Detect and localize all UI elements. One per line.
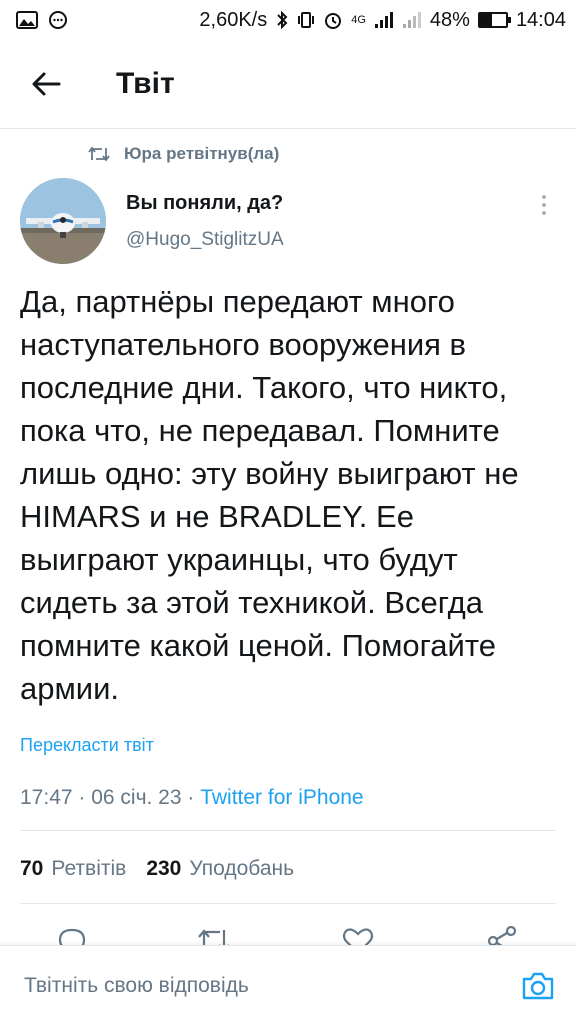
retweets-stat[interactable]: 70 Ретвітів <box>20 857 126 881</box>
battery-percent: 48% <box>429 8 470 31</box>
network-speed: 2,60K/s <box>199 8 268 31</box>
tweet-timestamp: 17:47 · 06 січ. 23 · <box>20 786 201 809</box>
display-name[interactable]: Вы поняли, да? <box>126 192 283 215</box>
retweeted-by-label: Юра ретвітнув(ла) <box>124 144 280 163</box>
likes-label: Уподобань <box>189 857 295 880</box>
retweets-count: 70 <box>20 857 44 880</box>
status-bar: 2,60K/s 4G 48% 14:04 <box>0 0 576 40</box>
vertical-dots-icon <box>542 195 546 215</box>
gallery-icon <box>16 11 38 29</box>
camera-button[interactable] <box>518 968 558 1004</box>
alarm-icon <box>323 10 343 30</box>
network-type: 4G <box>351 14 366 26</box>
battery-icon <box>477 12 511 28</box>
tweet-meta: 17:47 · 06 січ. 23 · Twitter for iPhone <box>20 786 364 810</box>
retweet-icon <box>88 146 110 162</box>
likes-stat[interactable]: 230 Уподобань <box>146 857 294 881</box>
divider <box>20 830 556 831</box>
more-options-button[interactable] <box>530 190 558 220</box>
avatar[interactable] <box>20 178 106 264</box>
tweet-source[interactable]: Twitter for iPhone <box>200 786 363 809</box>
back-button[interactable] <box>16 54 76 114</box>
clock: 14:04 <box>515 8 566 31</box>
page-title: Твіт <box>116 67 175 100</box>
camera-icon <box>522 972 554 1000</box>
likes-count: 230 <box>146 857 182 880</box>
chat-bubble-icon <box>48 10 68 30</box>
signal-weak-icon <box>402 11 422 29</box>
reply-composer: Твітніть свою відповідь <box>0 945 576 1025</box>
tweet-text: Да, партнёры передают много наступательн… <box>20 284 519 706</box>
tweet-stats: 70 Ретвітів 230 Уподобань <box>20 857 294 881</box>
vibrate-icon <box>297 10 315 30</box>
divider <box>20 903 556 904</box>
translate-tweet-link[interactable]: Перекласти твіт <box>20 735 154 756</box>
app-header: Твіт <box>0 40 576 129</box>
retweet-context: Юра ретвітнув(ла) <box>88 144 279 164</box>
arrow-left-icon <box>32 72 61 96</box>
tweet-actions <box>0 918 576 948</box>
signal-icon <box>374 11 394 29</box>
reply-input[interactable]: Твітніть свою відповідь <box>24 974 249 998</box>
bluetooth-icon <box>275 10 289 30</box>
retweets-label: Ретвітів <box>51 857 127 880</box>
username[interactable]: @Hugo_StiglitzUA <box>126 229 284 251</box>
